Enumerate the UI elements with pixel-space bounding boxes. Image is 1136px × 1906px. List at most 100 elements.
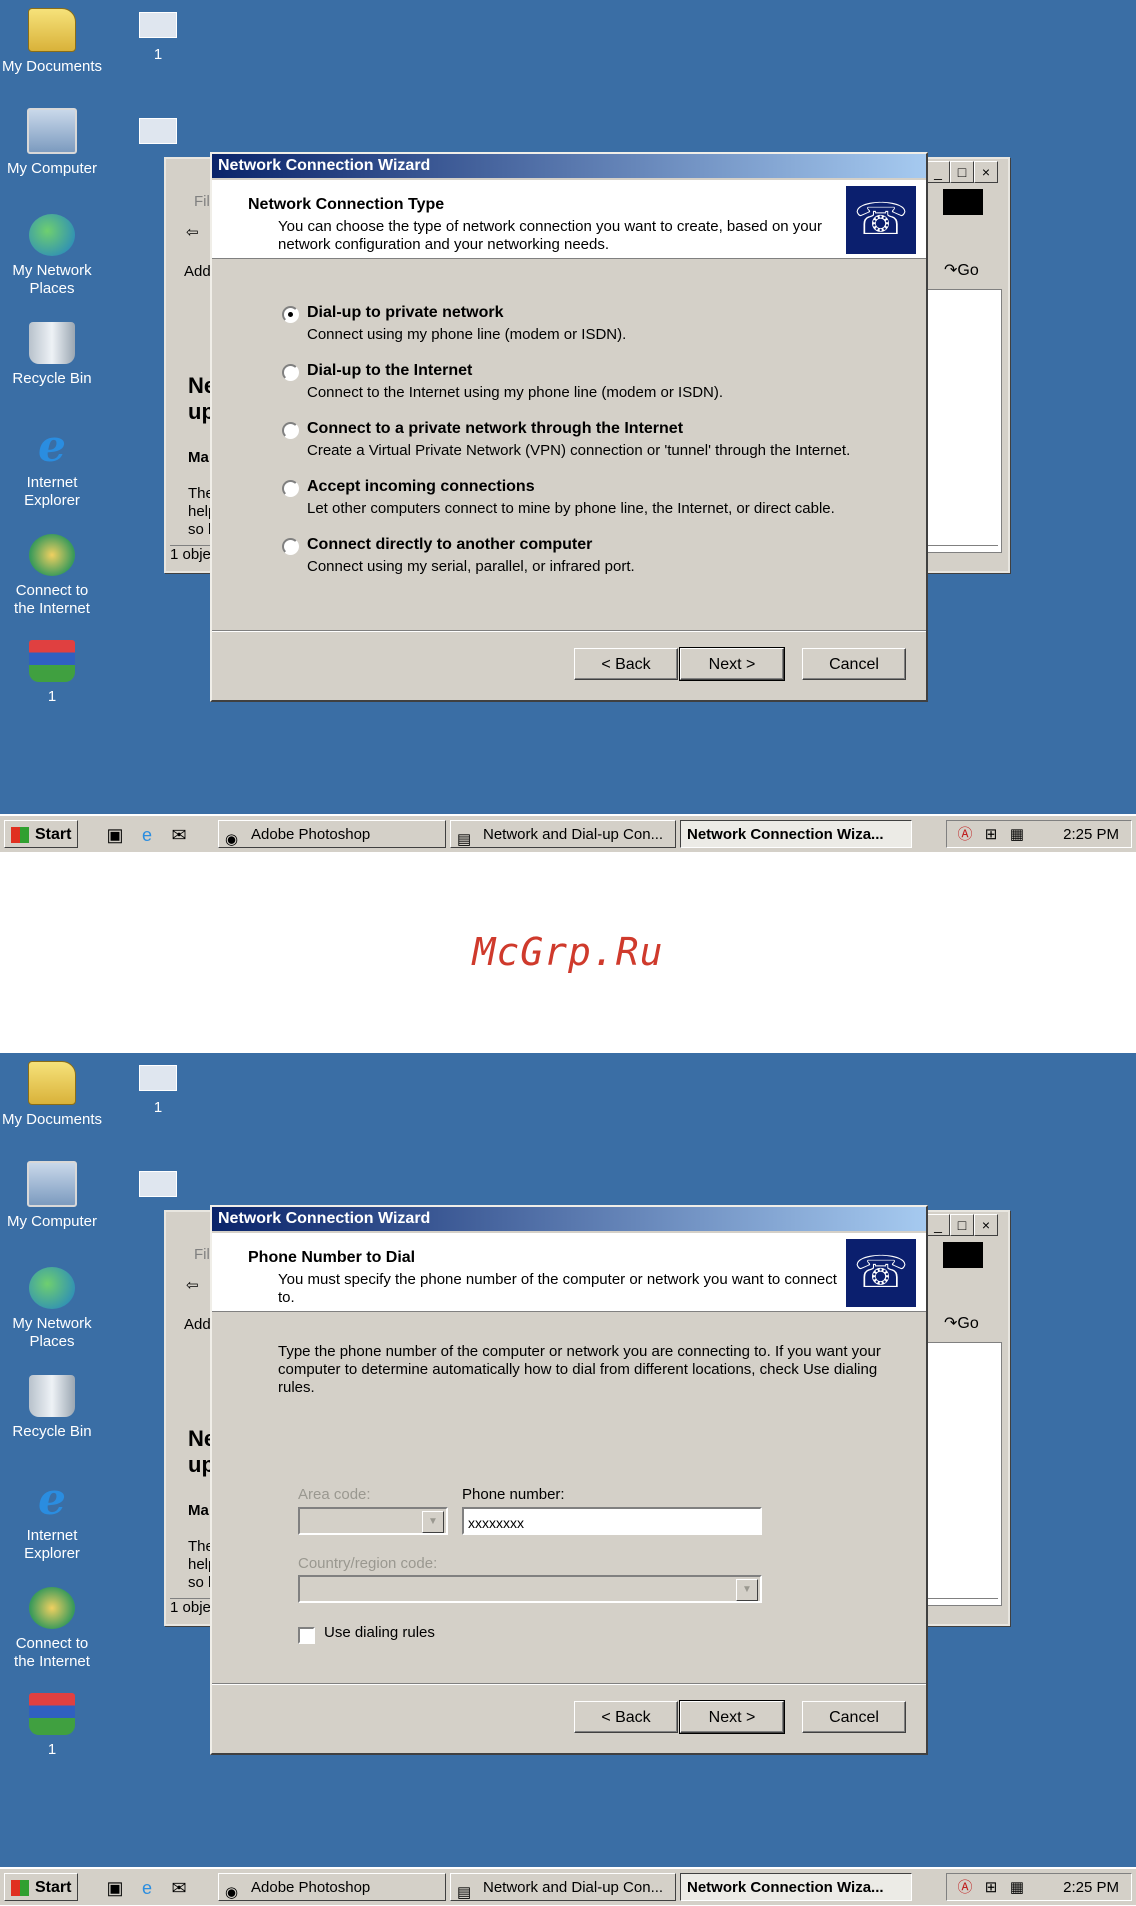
maximize-button[interactable]: □ (950, 1214, 974, 1236)
windows-logo-icon (11, 1880, 29, 1896)
folder-icon (28, 8, 76, 52)
desktop-icon-label: Internet Explorer (24, 1527, 80, 1562)
desktop-icon-connect-to-internet[interactable]: Connect to the Internet (0, 1587, 104, 1671)
connect-icon (29, 534, 75, 576)
wizard-title: Network Connection Wizard (218, 1210, 431, 1227)
desktop-icon-internet-explorer[interactable]: e Internet Explorer (0, 425, 104, 510)
option-description: Create a Virtual Private Network (VPN) c… (307, 442, 851, 459)
back-arrow-icon: ⇦ (186, 224, 199, 241)
desktop-icon-my-computer[interactable]: My Computer (0, 108, 104, 178)
go-label: Go (957, 262, 979, 279)
maximize-button[interactable]: □ (950, 161, 974, 183)
option-direct[interactable]: Connect directly to another computer Con… (282, 536, 902, 594)
area-code-combobox[interactable]: ▼ (298, 1507, 448, 1535)
screenshot-wizard-connection-type: My Documents My Computer My Network Plac… (0, 0, 1136, 852)
desktop-icon-my-documents[interactable]: My Documents (0, 1061, 104, 1129)
radio-button[interactable] (282, 364, 299, 381)
next-button[interactable]: Next > (679, 647, 785, 681)
network-connection-wizard[interactable]: Network Connection Wizard Phone Number t… (210, 1205, 928, 1755)
chevron-down-icon[interactable]: ▼ (736, 1579, 758, 1601)
desktop-icon-connection-1[interactable]: 1 (138, 1065, 178, 1116)
desktop-icon-tools[interactable]: 1 (0, 640, 104, 706)
acrobat-icon[interactable]: Ⓐ (955, 1878, 975, 1898)
desktop-icon-tools[interactable]: 1 (0, 1693, 104, 1759)
minimize-button[interactable]: _ (926, 1214, 950, 1236)
desktop-icon-label: My Documents (1, 58, 103, 75)
network-tray-icon[interactable]: ⊞ (981, 1878, 1001, 1898)
desktop-icon-label: Connect to the Internet (14, 582, 90, 617)
status-text: 1 obje (170, 546, 211, 563)
desktop-icon-my-network-places[interactable]: My Network Places (0, 214, 104, 298)
start-label: Start (35, 826, 72, 843)
use-dialing-rules-label[interactable]: Use dialing rules (324, 1624, 435, 1641)
network-connection-wizard[interactable]: Network Connection Wizard Network Connec… (210, 152, 928, 702)
option-incoming[interactable]: Accept incoming connections Let other co… (282, 478, 902, 536)
internet-explorer-icon[interactable]: e (136, 824, 158, 846)
wizard-title-bar[interactable]: Network Connection Wizard (212, 1207, 926, 1231)
wizard-header: Network Connection Type You can choose t… (212, 180, 926, 259)
computer-icon (27, 1161, 77, 1207)
cancel-button[interactable]: Cancel (802, 1701, 906, 1733)
next-button[interactable]: Next > (679, 1700, 785, 1734)
go-button[interactable]: ↷Go (944, 260, 979, 280)
cancel-button[interactable]: Cancel (802, 648, 906, 680)
radio-button[interactable] (282, 422, 299, 439)
task-adobe-photoshop[interactable]: ◉ Adobe Photoshop (218, 820, 446, 848)
area-code-label: Area code: (298, 1486, 371, 1503)
task-network-wizard[interactable]: Network Connection Wiza... (680, 1873, 912, 1901)
radio-button[interactable] (282, 480, 299, 497)
desktop-icon-connection-1[interactable]: 1 (138, 12, 178, 63)
desktop-icon-recycle-bin[interactable]: Recycle Bin (0, 322, 104, 388)
option-dial-up-internet[interactable]: Dial-up to the Internet Connect to the I… (282, 362, 902, 420)
country-region-combobox[interactable]: ▼ (298, 1575, 762, 1603)
desktop-icon-label: My Computer (6, 160, 98, 177)
use-dialing-rules-checkbox[interactable] (298, 1627, 315, 1644)
chevron-down-icon[interactable]: ▼ (422, 1511, 444, 1533)
go-button[interactable]: ↷Go (944, 1313, 979, 1333)
screenshot-wizard-phone-number: My Documents My Computer My Network Plac… (0, 1053, 1136, 1905)
start-button[interactable]: Start (4, 820, 78, 848)
option-vpn[interactable]: Connect to a private network through the… (282, 420, 902, 478)
desktop-icon-connect-to-internet[interactable]: Connect to the Internet (0, 534, 104, 618)
task-adobe-photoshop[interactable]: ◉ Adobe Photoshop (218, 1873, 446, 1901)
status-text: 1 obje (170, 1599, 211, 1616)
desktop-icon-my-network-places[interactable]: My Network Places (0, 1267, 104, 1351)
task-network-dialup[interactable]: ▤ Network and Dial-up Con... (450, 1873, 676, 1901)
desktop-icon-recycle-bin[interactable]: Recycle Bin (0, 1375, 104, 1441)
folder-network-icon: ▤ (457, 1884, 472, 1901)
close-button[interactable]: × (974, 1214, 998, 1236)
acrobat-icon[interactable]: Ⓐ (955, 825, 975, 845)
start-button[interactable]: Start (4, 1873, 78, 1901)
internet-explorer-icon[interactable]: e (136, 1877, 158, 1899)
task-label: Network Connection Wiza... (687, 1879, 884, 1896)
option-dial-up-private[interactable]: Dial-up to private network Connect using… (282, 304, 902, 362)
connections-tray-icon[interactable]: ▦ (1007, 825, 1027, 845)
show-desktop-icon[interactable]: ▣ (104, 1877, 126, 1899)
desktop-icon-my-documents[interactable]: My Documents (0, 8, 104, 76)
network-tray-icon[interactable]: ⊞ (981, 825, 1001, 845)
outlook-icon[interactable]: ✉ (168, 824, 190, 846)
wizard-title-bar[interactable]: Network Connection Wizard (212, 154, 926, 178)
radio-button-selected[interactable] (282, 306, 299, 323)
phone-number-input[interactable]: xxxxxxxx (462, 1507, 762, 1535)
task-network-wizard[interactable]: Network Connection Wiza... (680, 820, 912, 848)
desktop-icon-connection-2[interactable] (138, 1171, 178, 1205)
outlook-icon[interactable]: ✉ (168, 1877, 190, 1899)
desktop-icon-my-computer[interactable]: My Computer (0, 1161, 104, 1231)
task-label: Adobe Photoshop (251, 826, 371, 843)
desktop-icon-internet-explorer[interactable]: e Internet Explorer (0, 1478, 104, 1563)
minimize-button[interactable]: _ (926, 161, 950, 183)
network-cable-icon: ☏ (846, 186, 916, 254)
close-button[interactable]: × (974, 161, 998, 183)
connections-tray-icon[interactable]: ▦ (1007, 1878, 1027, 1898)
radio-button[interactable] (282, 538, 299, 555)
photoshop-icon: ◉ (225, 1884, 239, 1901)
phone-number-value: xxxxxxxx (468, 1515, 524, 1531)
desktop-icon-label: My Computer (6, 1213, 98, 1230)
show-desktop-icon[interactable]: ▣ (104, 824, 126, 846)
task-network-dialup[interactable]: ▤ Network and Dial-up Con... (450, 820, 676, 848)
desktop-icon-label: 1 (153, 1099, 163, 1116)
back-button[interactable]: < Back (574, 648, 678, 680)
back-button[interactable]: < Back (574, 1701, 678, 1733)
desktop-icon-connection-2[interactable] (138, 118, 178, 152)
